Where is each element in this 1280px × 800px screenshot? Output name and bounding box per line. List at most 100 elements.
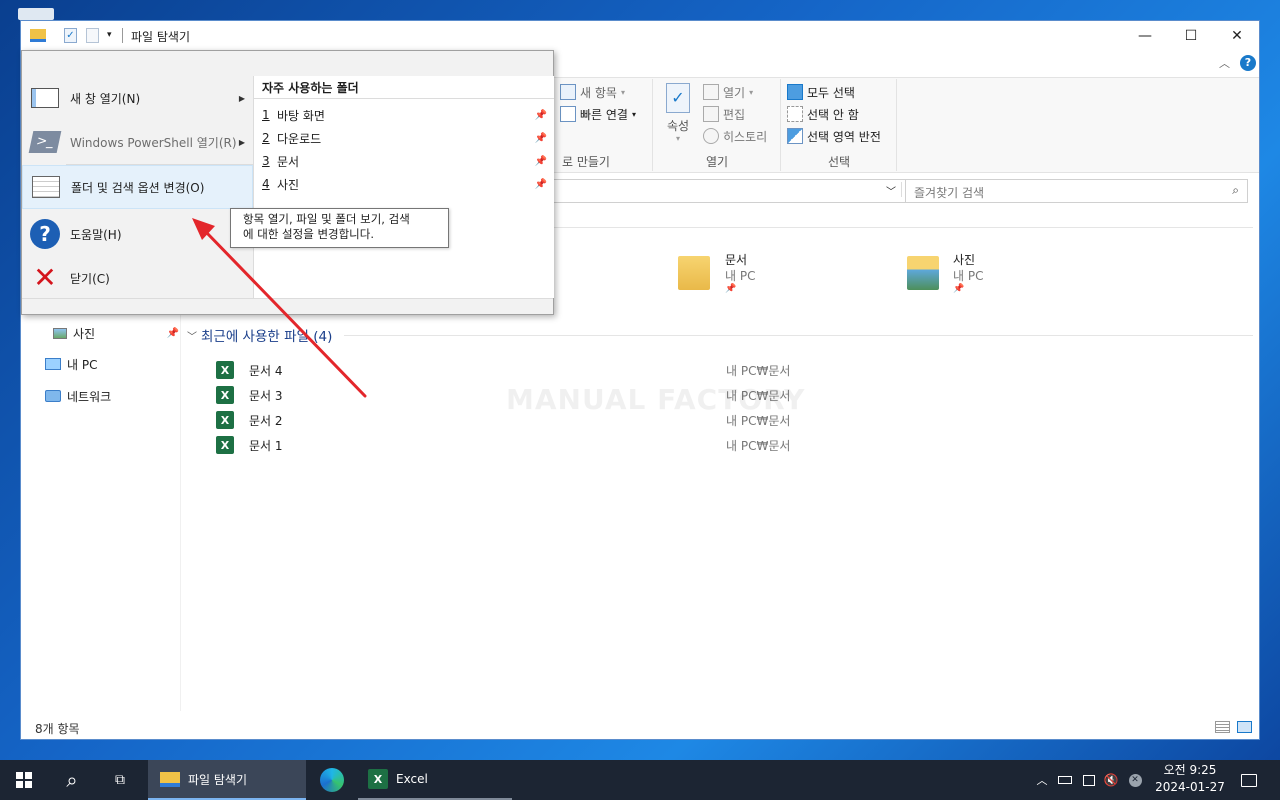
volume-icon[interactable]: 🔇 — [1102, 760, 1120, 800]
invert-selection-button[interactable]: 선택 영역 반전 — [787, 125, 881, 147]
search-input[interactable]: 즐겨찾기 검색 ⌕ — [905, 179, 1248, 203]
ribbon-group-new: 새 항목 ▾ 빠른 연결 ▾ 로 만들기 — [556, 79, 653, 171]
history-label: 히스토리 — [723, 129, 768, 144]
select-none-button[interactable]: 선택 안 함 — [787, 103, 859, 125]
file-row[interactable]: X 문서 1 내 PC₩문서 — [216, 434, 856, 456]
nav-item-pictures[interactable]: 사진 📌 — [53, 323, 179, 343]
powershell-icon: >_ — [28, 127, 62, 157]
open-button[interactable]: 열기 ▾ — [703, 81, 753, 103]
taskbar-excel-button[interactable]: X Excel — [358, 760, 512, 800]
dropdown-icon: ▾ — [749, 87, 754, 97]
excel-file-icon: X — [216, 386, 234, 404]
open-icon — [703, 84, 719, 100]
easy-access-button[interactable]: 빠른 연결 ▾ — [560, 103, 636, 125]
folder-name: 바탕 화면 — [277, 108, 325, 123]
frequent-folder-item[interactable]: 4 사진 📌 — [262, 173, 547, 195]
clock-time: 오전 9:25 — [1163, 763, 1217, 777]
help-item[interactable]: ? 도움말(H) — [22, 212, 253, 256]
folder-app-icon — [30, 29, 46, 42]
folder-name: 사진 — [277, 177, 300, 192]
tooltip: 항목 열기, 파일 및 폴더 보기, 검색 에 대한 설정을 변경합니다. — [230, 208, 449, 248]
excel-file-icon: X — [216, 361, 234, 379]
address-dropdown-icon[interactable]: ﹀ — [886, 183, 896, 198]
network-tray-icon[interactable] — [1080, 760, 1098, 800]
notification-icon — [1241, 773, 1257, 787]
notification-off-icon[interactable]: ✕ — [1126, 760, 1144, 800]
search-button[interactable]: ⌕ — [48, 760, 96, 800]
new-item-button[interactable]: 새 항목 ▾ — [560, 81, 625, 103]
large-icons-view-icon[interactable] — [1237, 721, 1252, 733]
action-center-button[interactable] — [1234, 760, 1264, 800]
taskbar-explorer-button[interactable]: 파일 탐색기 — [148, 760, 306, 800]
nav-item-this-pc[interactable]: 내 PC — [45, 354, 171, 374]
properties-button[interactable]: ✓ 속성 ▾ — [661, 83, 695, 143]
window-title: 파일 탐색기 — [131, 30, 191, 44]
group-label-open: 열기 — [705, 155, 729, 169]
properties-icon: ✓ — [666, 83, 690, 113]
nav-item-network[interactable]: 네트워크 — [45, 386, 171, 406]
show-hidden-icons-button[interactable]: ︿ — [1032, 760, 1052, 800]
task-view-icon: ⧉ — [115, 772, 125, 788]
file-name: 문서 2 — [249, 414, 283, 428]
menu-footer — [22, 298, 553, 314]
select-none-icon — [787, 106, 803, 122]
group-label-select: 선택 — [827, 155, 851, 169]
pin-icon[interactable]: 📌 — [535, 156, 547, 167]
select-all-button[interactable]: 모두 선택 — [787, 81, 855, 103]
maximize-icon: ☐ — [1184, 28, 1198, 44]
recent-files-header[interactable]: ﹀ 최근에 사용한 파일 (4) — [187, 325, 1253, 345]
file-path: 내 PC₩문서 — [726, 439, 791, 453]
recycle-bin-icon[interactable] — [18, 8, 54, 20]
menu-item-label: 새 창 열기(N) — [70, 91, 141, 106]
pin-icon[interactable]: 📌 — [535, 110, 547, 121]
edit-button[interactable]: 편집 — [703, 103, 745, 125]
open-powershell-item[interactable]: >_ Windows PowerShell 열기(R) ▶ — [22, 120, 253, 164]
new-folder-qat-icon[interactable] — [86, 28, 99, 43]
address-bar[interactable]: ﹀ ↻ — [551, 179, 923, 203]
properties-qat-icon[interactable]: ✓ — [64, 28, 77, 43]
folder-options-item[interactable]: 폴더 및 검색 옵션 변경(O) — [22, 165, 253, 209]
pin-icon[interactable]: 📌 — [535, 179, 547, 190]
clock[interactable]: 오전 9:25 2024-01-27 — [1148, 762, 1232, 798]
collapse-ribbon-icon[interactable]: ︿ — [1219, 55, 1230, 71]
new-window-item[interactable]: 새 창 열기(N) ▶ — [22, 76, 253, 120]
folder-name: 문서 — [725, 253, 748, 267]
history-button[interactable]: 히스토리 — [703, 125, 767, 147]
folder-tile[interactable]: 문서 내 PC 📌 — [676, 251, 796, 303]
select-all-icon — [787, 84, 803, 100]
qat-dropdown-icon[interactable]: ▾ — [107, 30, 112, 40]
close-icon: ✕ — [1231, 28, 1243, 44]
search-icon: ⌕ — [1232, 183, 1239, 197]
taskbar-edge-button[interactable] — [308, 760, 356, 800]
file-name: 문서 4 — [249, 364, 283, 378]
frequent-folder-item[interactable]: 3 문서 📌 — [262, 150, 547, 172]
header-rule — [344, 334, 1253, 336]
pin-icon: 📌 — [953, 284, 965, 294]
folder-icon — [160, 771, 180, 787]
help-icon[interactable]: ? — [1240, 55, 1256, 71]
start-button[interactable] — [0, 760, 48, 800]
details-view-icon[interactable] — [1215, 721, 1230, 733]
folder-options-icon — [31, 172, 61, 202]
speaker-muted-icon: 🔇 — [1103, 773, 1119, 787]
recent-files-title: 최근에 사용한 파일 (4) — [201, 329, 333, 345]
close-item[interactable]: ✕ 닫기(C) — [22, 256, 253, 300]
folder-tile[interactable]: 사진 내 PC 📌 — [905, 251, 1025, 303]
battery-icon[interactable] — [1056, 760, 1074, 800]
close-button[interactable]: ✕ — [1214, 21, 1260, 51]
title-separator — [122, 28, 123, 43]
menu-item-label: Windows PowerShell 열기(R) — [70, 135, 237, 150]
task-view-button[interactable]: ⧉ — [96, 760, 144, 800]
pin-icon[interactable]: 📌 — [535, 133, 547, 144]
frequent-folder-item[interactable]: 1 바탕 화면 📌 — [262, 104, 547, 126]
file-row[interactable]: X 문서 4 내 PC₩문서 — [216, 359, 856, 381]
tooltip-line: 항목 열기, 파일 및 폴더 보기, 검색 — [243, 212, 410, 226]
invert-selection-label: 선택 영역 반전 — [807, 129, 881, 144]
maximize-button[interactable]: ☐ — [1168, 21, 1214, 51]
file-name: 문서 3 — [249, 389, 283, 403]
header-rule — [254, 98, 554, 99]
minimize-button[interactable]: — — [1122, 21, 1168, 51]
status-item-count: 8개 항목 — [35, 722, 80, 736]
submenu-arrow-icon: ▶ — [238, 137, 245, 147]
frequent-folder-item[interactable]: 2 다운로드 📌 — [262, 127, 547, 149]
